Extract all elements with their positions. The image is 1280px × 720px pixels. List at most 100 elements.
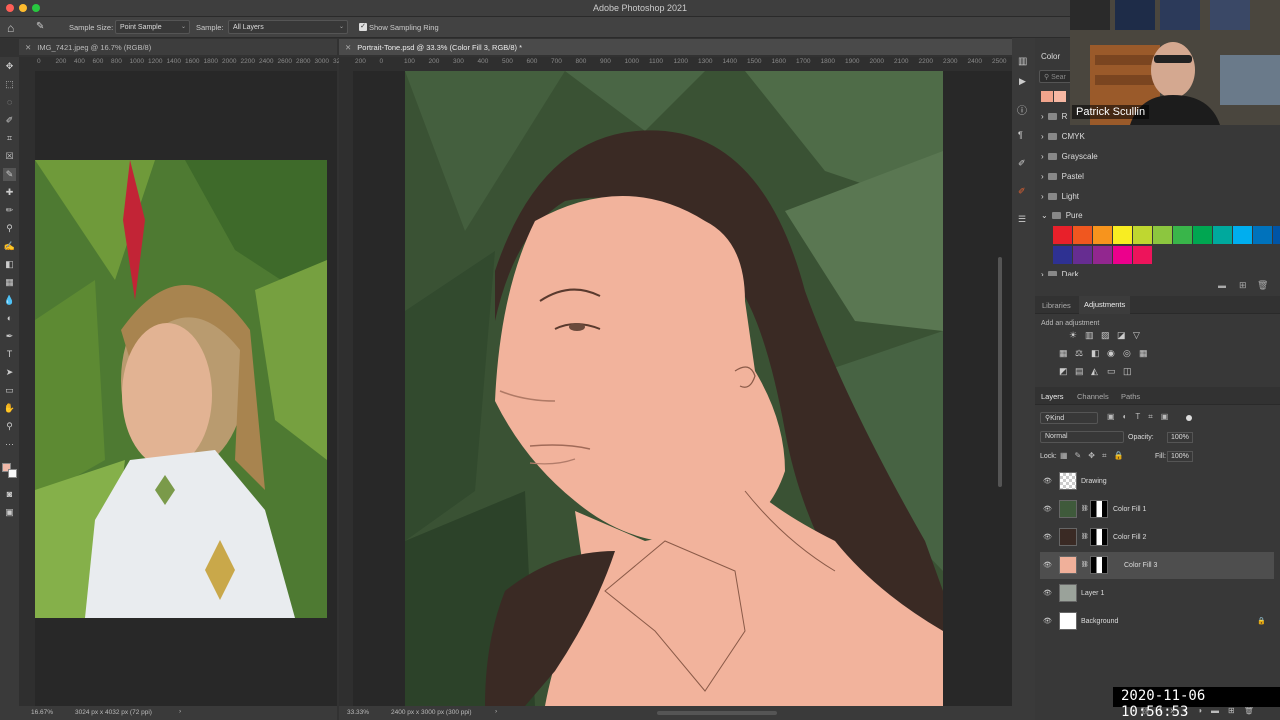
color-swatch[interactable]	[1233, 226, 1252, 244]
chevron-right-icon[interactable]: ›	[495, 708, 497, 715]
close-icon[interactable]: ✕	[345, 43, 351, 52]
lasso-tool-icon[interactable]: ◌	[3, 96, 16, 109]
move-tool-icon[interactable]: ✥	[3, 60, 16, 73]
home-icon[interactable]: ⌂	[7, 21, 14, 35]
gradient-tool-icon[interactable]: ▦	[3, 276, 16, 289]
color-tab[interactable]: Color	[1041, 52, 1060, 61]
dodge-tool-icon[interactable]: ◐	[3, 312, 16, 325]
link-icon[interactable]: ⛓	[1081, 505, 1089, 512]
photo-filter-icon[interactable]: ◉	[1107, 348, 1115, 359]
lock-icon[interactable]: 🔒	[1257, 617, 1266, 625]
sample-size-dropdown[interactable]: Point Sample ⌄	[115, 20, 190, 34]
visibility-eye-icon[interactable]: 👁	[1043, 533, 1052, 541]
layer-row[interactable]: 👁 Layer 1	[1040, 580, 1274, 607]
color-swatch[interactable]	[1213, 226, 1232, 244]
color-swatch[interactable]	[1053, 246, 1072, 264]
layer-row[interactable]: 👁 Background 🔒	[1040, 608, 1274, 635]
tab-channels[interactable]: Channels	[1077, 392, 1109, 401]
healing-brush-icon[interactable]: ✚	[3, 186, 16, 199]
swatch-folder-cmyk[interactable]: › CMYK	[1041, 132, 1085, 146]
color-swatch[interactable]	[1073, 226, 1092, 244]
recent-swatch[interactable]	[1054, 91, 1066, 102]
visibility-eye-icon[interactable]: 👁	[1043, 505, 1052, 513]
quick-mask-icon[interactable]: ◙	[3, 488, 16, 501]
zoom-tool-icon[interactable]: ⚲	[3, 420, 16, 433]
posterize-icon[interactable]: ▤	[1075, 366, 1084, 377]
close-icon[interactable]: ✕	[25, 43, 31, 52]
color-lookup-icon[interactable]: ▦	[1139, 348, 1148, 359]
swatch-folder-pastel[interactable]: › Pastel	[1041, 172, 1084, 186]
levels-icon[interactable]: ▥	[1085, 330, 1094, 341]
selective-color-icon[interactable]: ◫	[1123, 366, 1132, 377]
path-selection-icon[interactable]: ➤	[3, 366, 16, 379]
vibrance-triangle-icon[interactable]: ▽	[1133, 330, 1140, 341]
layer-mask-thumbnail[interactable]	[1090, 556, 1108, 574]
recent-swatch[interactable]	[1041, 91, 1053, 102]
blend-mode-dropdown[interactable]: Normal	[1040, 431, 1124, 443]
color-swatch[interactable]	[1133, 246, 1152, 264]
layer-filter-kind[interactable]: ⚲Kind	[1040, 412, 1098, 424]
tab-img-7421[interactable]: ✕ IMG_7421.jpeg @ 16.7% (RGB/8)	[19, 39, 337, 55]
trash-icon[interactable]: 🗑	[1257, 280, 1268, 291]
frame-tool-icon[interactable]: ☒	[3, 150, 16, 163]
tab-layers[interactable]: Layers	[1041, 392, 1064, 401]
exposure-icon[interactable]: ◪	[1117, 330, 1126, 341]
swatch-folder-r[interactable]: › R	[1041, 112, 1067, 126]
swatch-folder-pure[interactable]: ⌄ Pure	[1041, 211, 1083, 225]
color-swatch[interactable]	[1053, 226, 1072, 244]
visibility-eye-icon[interactable]: 👁	[1043, 589, 1052, 597]
black-white-icon[interactable]: ◧	[1091, 348, 1100, 359]
brightness-icon[interactable]: ☀	[1069, 330, 1077, 341]
eraser-tool-icon[interactable]: ◧	[3, 258, 16, 271]
layer-row[interactable]: 👁 ⛓ Color Fill 3	[1040, 552, 1274, 579]
new-swatch-icon[interactable]: ⊞	[1239, 280, 1247, 291]
opacity-input[interactable]: 100%	[1167, 432, 1193, 443]
color-swatch[interactable]	[1253, 226, 1272, 244]
visibility-eye-icon[interactable]: 👁	[1043, 617, 1052, 625]
eyedropper-icon[interactable]: ✎	[3, 168, 16, 181]
layer-mask-thumbnail[interactable]	[1090, 500, 1108, 518]
link-icon[interactable]: ⛓	[1081, 561, 1089, 568]
color-swatch[interactable]	[1093, 246, 1112, 264]
marquee-tool-icon[interactable]: ⬚	[3, 78, 16, 91]
quick-selection-tool-icon[interactable]: ✐	[3, 114, 16, 127]
threshold-icon[interactable]: ◭	[1091, 366, 1098, 377]
color-balance-icon[interactable]: ⚖	[1075, 348, 1083, 359]
color-swatch[interactable]	[1093, 226, 1112, 244]
color-swatch[interactable]	[1133, 226, 1152, 244]
swatch-folder-dark[interactable]: › Dark	[1041, 270, 1079, 276]
vertical-scrollbar[interactable]	[998, 257, 1002, 487]
color-picker-icon[interactable]: ✐	[1018, 186, 1026, 197]
show-sampling-ring-checkbox[interactable]: ✓	[359, 23, 367, 31]
visibility-eye-icon[interactable]: 👁	[1043, 561, 1052, 569]
pen-tool-icon[interactable]: ✒	[3, 330, 16, 343]
history-icon[interactable]: ▥	[1018, 56, 1027, 67]
new-group-icon[interactable]: ▬	[1218, 281, 1226, 290]
paragraph-icon[interactable]: ¶	[1018, 130, 1023, 140]
screen-mode-icon[interactable]: ▣	[3, 506, 16, 519]
visibility-eye-icon[interactable]: 👁	[1043, 477, 1052, 485]
lock-icons[interactable]: ▦✎✥⌗🔒	[1060, 451, 1130, 461]
curves-icon[interactable]: ▨	[1101, 330, 1110, 341]
tab-adjustments[interactable]: Adjustments	[1079, 296, 1131, 314]
color-swatch[interactable]	[1153, 226, 1172, 244]
horizontal-scrollbar[interactable]	[657, 711, 777, 715]
fill-input[interactable]: 100%	[1167, 451, 1193, 462]
tab-paths[interactable]: Paths	[1121, 392, 1140, 401]
gradient-map-icon[interactable]: ▭	[1107, 366, 1116, 377]
color-swatch[interactable]	[1193, 226, 1212, 244]
channel-mixer-icon[interactable]: ◎	[1123, 348, 1131, 359]
brush-settings-icon[interactable]: ✐	[1018, 158, 1026, 169]
hand-tool-icon[interactable]: ✋	[3, 402, 16, 415]
invert-icon[interactable]: ◩	[1059, 366, 1068, 377]
tab-libraries[interactable]: Libraries	[1042, 301, 1071, 310]
link-icon[interactable]: ⛓	[1081, 533, 1089, 540]
type-tool-icon[interactable]: T	[3, 348, 16, 361]
painting-canvas[interactable]	[405, 71, 943, 706]
tab-portrait-tone[interactable]: ✕ Portrait-Tone.psd @ 33.3% (Color Fill 3…	[339, 39, 1012, 55]
adjust-sliders-icon[interactable]: ☰	[1018, 214, 1026, 225]
history-brush-icon[interactable]: ✍	[3, 240, 16, 253]
color-swatch[interactable]	[1113, 246, 1132, 264]
layer-filter-icons[interactable]: ▣◐T⌗▣	[1107, 412, 1176, 422]
filter-toggle[interactable]	[1186, 415, 1192, 421]
